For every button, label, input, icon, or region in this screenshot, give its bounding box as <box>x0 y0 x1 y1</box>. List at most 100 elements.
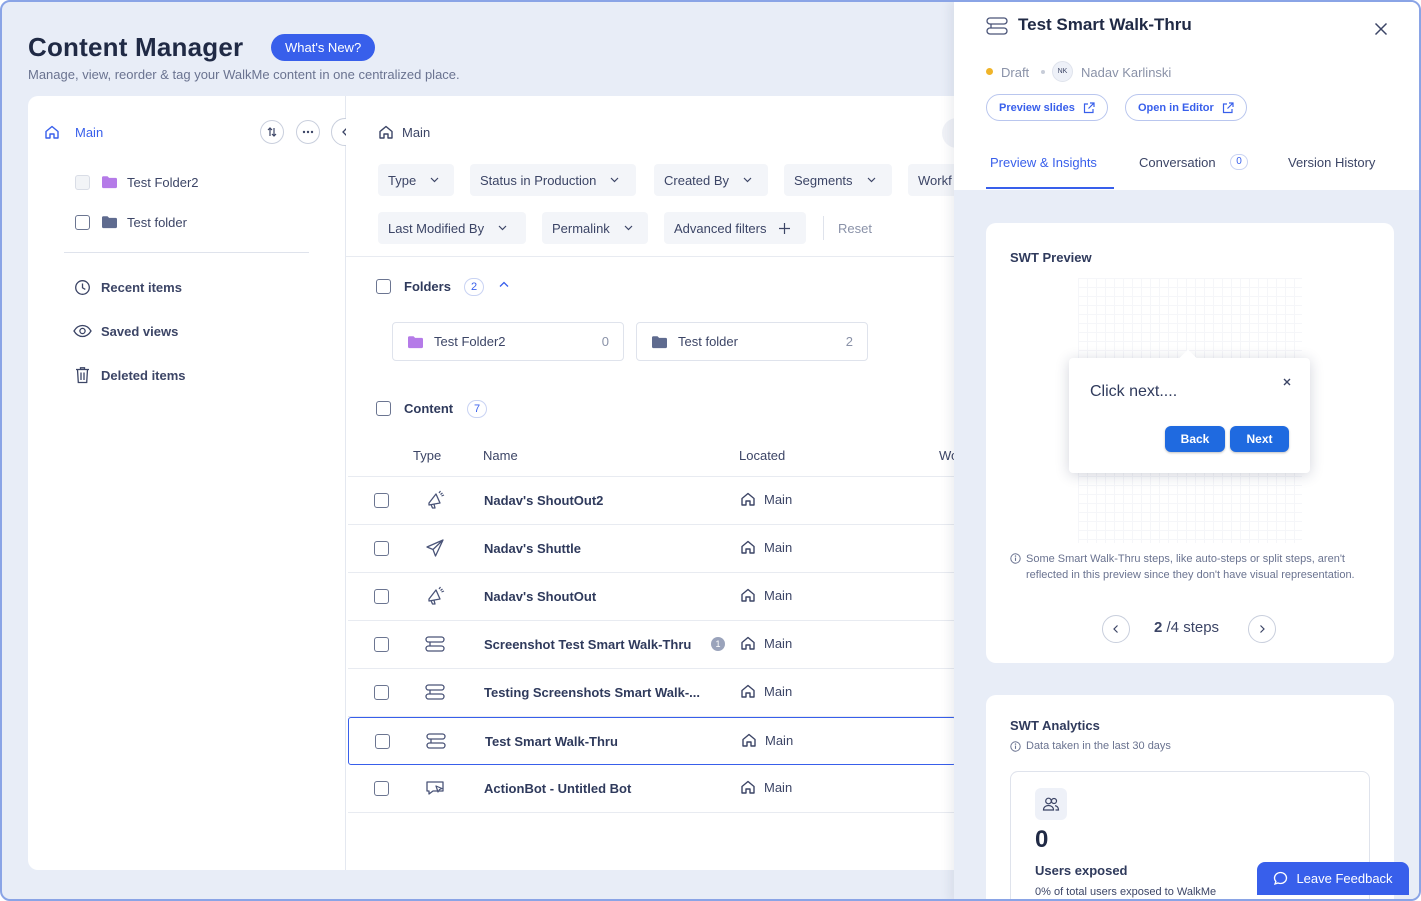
filter-permalink[interactable]: Permalink <box>542 212 648 244</box>
tab-conversation[interactable]: Conversation <box>1139 155 1216 170</box>
select-all-folders-checkbox[interactable] <box>376 279 391 294</box>
filter-label: Permalink <box>552 220 610 236</box>
conversation-count-badge: 0 <box>1230 154 1248 170</box>
row-checkbox[interactable] <box>375 734 390 749</box>
folder-card-name: Test folder <box>678 334 738 349</box>
balloon-next-button[interactable]: Next <box>1230 426 1289 452</box>
page-subtitle: Manage, view, reorder & tag your WalkMe … <box>28 67 460 82</box>
button-label: Preview slides <box>999 101 1075 114</box>
open-in-editor-button[interactable]: Open in Editor <box>1125 94 1247 121</box>
table-row[interactable]: ActionBot - Untitled Bot Main <box>348 765 956 813</box>
sidebar-root-main[interactable]: Main <box>75 125 103 140</box>
folder-card[interactable]: Test folder 2 <box>636 322 868 361</box>
next-step-button[interactable] <box>1248 615 1276 643</box>
sort-button[interactable] <box>260 120 284 144</box>
total-steps: /4 steps <box>1166 619 1220 636</box>
filter-label: Status in Production <box>480 172 597 188</box>
sidebar-folder-test-folder[interactable]: Test folder <box>127 215 187 230</box>
info-icon <box>1010 741 1021 752</box>
tab-preview-insights[interactable]: Preview & Insights <box>990 155 1097 170</box>
preview-note: Some Smart Walk-Thru steps, like auto-st… <box>1026 553 1355 581</box>
separator-dot <box>1041 70 1045 74</box>
folder-checkbox[interactable] <box>75 175 90 190</box>
external-link-icon <box>1083 101 1095 113</box>
previous-step-button[interactable] <box>1102 615 1130 643</box>
row-location-label: Main <box>764 683 793 699</box>
swt-preview-title: SWT Preview <box>1010 250 1092 265</box>
divider <box>346 256 956 257</box>
folder-card-count: 0 <box>601 334 609 349</box>
advanced-filters-button[interactable]: Advanced filters <box>664 212 806 244</box>
table-row[interactable]: Nadav's ShoutOut Main <box>348 573 956 621</box>
row-name[interactable]: Nadav's ShoutOut2 <box>484 493 603 508</box>
current-step: 2 <box>1154 619 1163 636</box>
smart-walkthru-icon <box>425 730 447 752</box>
table-row[interactable]: Nadav's ShoutOut2 Main <box>348 477 956 525</box>
close-icon[interactable] <box>1374 22 1388 36</box>
comment-badge[interactable]: 1 <box>711 637 725 651</box>
table-row[interactable]: Screenshot Test Smart Walk-Thru 1 Main <box>348 621 956 669</box>
row-checkbox[interactable] <box>374 493 389 508</box>
filter-created-by[interactable]: Created By <box>654 164 768 196</box>
info-icon <box>1010 553 1021 564</box>
sidebar-folder-test-folder2[interactable]: Test Folder2 <box>127 175 199 190</box>
nav-recent-items[interactable]: Recent items <box>101 280 182 295</box>
row-checkbox[interactable] <box>374 637 389 652</box>
chevron-right-icon <box>1260 625 1265 633</box>
chat-bubble-icon <box>1274 871 1288 886</box>
row-name[interactable]: Nadav's ShoutOut <box>484 589 596 604</box>
sidebar: Main Test Folder2 Test folder Recent ite… <box>28 96 359 870</box>
eye-icon <box>73 324 92 338</box>
details-panel: Test Smart Walk-Thru Draft NK Nadav Karl… <box>954 2 1419 899</box>
table-row[interactable]: Testing Screenshots Smart Walk-... Main <box>348 669 956 717</box>
chevron-down-icon <box>498 225 507 231</box>
row-name[interactable]: Test Smart Walk-Thru <box>485 734 618 749</box>
row-checkbox[interactable] <box>374 781 389 796</box>
nav-saved-views[interactable]: Saved views <box>101 324 178 339</box>
whats-new-button[interactable]: What's New? <box>271 34 376 61</box>
filter-type[interactable]: Type <box>378 164 454 196</box>
table-row[interactable]: Nadav's Shuttle Main <box>348 525 956 573</box>
row-name[interactable]: Testing Screenshots Smart Walk-... <box>484 685 700 700</box>
close-icon[interactable] <box>1283 378 1291 386</box>
external-link-icon <box>1222 101 1234 113</box>
row-checkbox[interactable] <box>374 685 389 700</box>
home-icon <box>741 684 755 698</box>
reset-button[interactable]: Reset <box>838 221 872 236</box>
row-name[interactable]: Screenshot Test Smart Walk-Thru <box>484 637 691 652</box>
row-location: Main <box>740 683 792 699</box>
balloon-back-button[interactable]: Back <box>1165 426 1225 452</box>
home-icon <box>44 124 60 140</box>
row-location-label: Main <box>764 779 793 795</box>
row-name[interactable]: Nadav's Shuttle <box>484 541 581 556</box>
leave-feedback-button[interactable]: Leave Feedback <box>1257 862 1409 895</box>
chevron-up-icon[interactable] <box>499 281 509 288</box>
home-icon <box>742 733 756 747</box>
home-icon <box>741 540 755 554</box>
folder-card[interactable]: Test Folder2 0 <box>392 322 624 361</box>
users-exposed-sub: 0% of total users exposed to WalkMe <box>1035 886 1217 898</box>
actionbot-icon <box>424 777 446 799</box>
row-checkbox[interactable] <box>374 589 389 604</box>
nav-deleted-items[interactable]: Deleted items <box>101 368 186 383</box>
folder-checkbox[interactable] <box>75 215 90 230</box>
row-name[interactable]: ActionBot - Untitled Bot <box>484 781 631 796</box>
row-location: Main <box>740 587 792 603</box>
row-checkbox[interactable] <box>374 541 389 556</box>
filter-segments[interactable]: Segments <box>784 164 892 196</box>
select-all-content-checkbox[interactable] <box>376 401 391 416</box>
filter-last-modified-by[interactable]: Last Modified By <box>378 212 526 244</box>
column-header-located[interactable]: Located <box>739 448 785 463</box>
tab-version-history[interactable]: Version History <box>1288 155 1375 170</box>
column-header-name[interactable]: Name <box>483 448 518 463</box>
row-location-label: Main <box>764 539 793 555</box>
filter-label: Type <box>388 172 417 188</box>
table-row-selected[interactable]: Test Smart Walk-Thru Main <box>348 717 956 765</box>
column-header-type[interactable]: Type <box>413 448 441 463</box>
more-options-button[interactable] <box>296 120 320 144</box>
breadcrumb[interactable]: Main <box>402 125 430 140</box>
leave-feedback-label: Leave Feedback <box>1296 871 1393 886</box>
preview-slides-button[interactable]: Preview slides <box>986 94 1108 121</box>
filter-status[interactable]: Status in Production <box>470 164 636 196</box>
avatar: NK <box>1052 61 1073 82</box>
